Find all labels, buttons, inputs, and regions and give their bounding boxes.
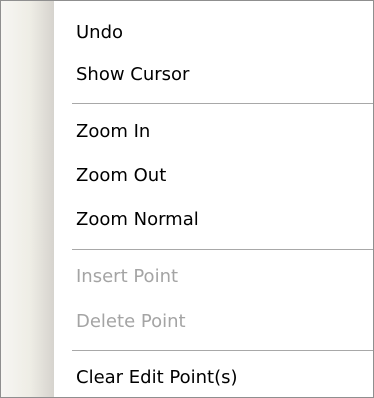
menu-item-zoom-normal[interactable]: Zoom Normal: [76, 207, 199, 233]
menu-separator: [72, 249, 373, 250]
menu-item-zoom-in[interactable]: Zoom In: [76, 119, 150, 145]
menu-item-zoom-out[interactable]: Zoom Out: [76, 163, 166, 189]
menu-item-insert-point: Insert Point: [76, 266, 179, 287]
menu-separator: [72, 103, 373, 104]
menu-item-show-cursor[interactable]: Show Cursor: [76, 62, 189, 88]
menu-item-delete-point: Delete Point: [76, 311, 186, 332]
menu-separator: [72, 350, 373, 351]
context-menu: Undo Show Cursor Zoom In Zoom Out Zoom N…: [0, 0, 374, 398]
menu-item-undo[interactable]: Undo: [76, 20, 123, 46]
menu-item-clear-edit-points[interactable]: Clear Edit Point(s): [76, 365, 238, 391]
menu-icon-gutter: [1, 1, 54, 397]
